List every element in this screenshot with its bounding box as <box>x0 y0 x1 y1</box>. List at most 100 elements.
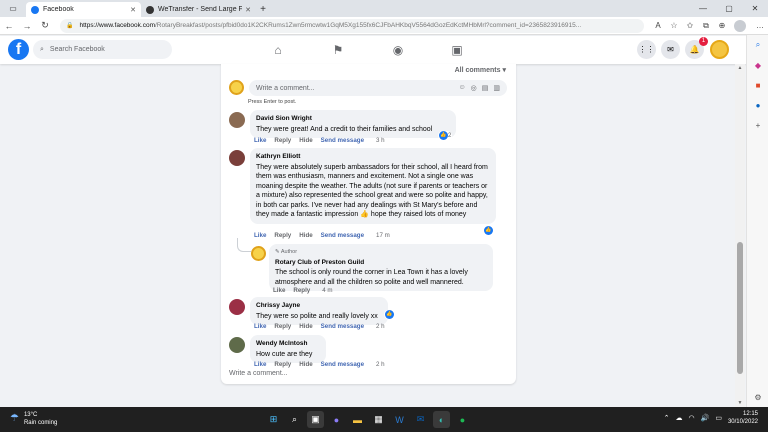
favorites-icon[interactable]: ✩ <box>682 21 698 30</box>
shopping-icon[interactable]: ◆ <box>747 55 768 75</box>
extensions-icon[interactable]: ⊕ <box>714 21 730 30</box>
like-button[interactable]: Like <box>254 323 266 330</box>
commenter-avatar[interactable] <box>229 337 245 353</box>
notifications-icon[interactable]: 🔔 1 <box>685 37 708 59</box>
taskbar-search-icon[interactable]: ⌕ <box>286 411 303 428</box>
back-icon[interactable]: ← <box>0 21 18 31</box>
groups-icon[interactable]: ◉ <box>378 36 418 64</box>
task-view-icon[interactable]: ▣ <box>307 411 324 428</box>
reply-button[interactable]: Reply <box>274 137 291 144</box>
commenter-avatar[interactable] <box>229 299 245 315</box>
gaming-icon[interactable]: ▣ <box>437 36 477 64</box>
tray-chevron-icon[interactable]: ⌃ <box>664 414 670 422</box>
search-sidebar-icon[interactable]: ⌕ <box>747 35 768 55</box>
refresh-icon[interactable]: ↻ <box>36 20 54 31</box>
hide-button[interactable]: Hide <box>299 361 312 368</box>
comment-time[interactable]: 17 m <box>376 232 390 239</box>
reply-button[interactable]: Reply <box>274 323 291 330</box>
sticker-icon[interactable]: ▥ <box>493 84 500 92</box>
start-windows-icon[interactable]: ⊞ <box>265 411 282 428</box>
menu-grid-icon[interactable]: ⋮⋮ <box>637 40 656 59</box>
reaction-indicator[interactable]: 👍 <box>384 310 395 319</box>
search-input[interactable]: ⌕ Search Facebook <box>33 40 172 59</box>
clock[interactable]: 12:15 30/10/2022 <box>728 410 758 426</box>
comment-author[interactable]: Wendy McIntosh <box>256 339 320 349</box>
spotify-icon[interactable]: ● <box>454 411 471 428</box>
reply-button[interactable]: Reply <box>274 361 291 368</box>
all-comments-dropdown[interactable]: All comments ▾ <box>455 66 506 74</box>
comment-input[interactable]: Write a comment... ☺ ◎ ▤ ▥ <box>249 80 507 96</box>
tab-wetransfer[interactable]: WeTransfer - Send Large Files & ✕ <box>141 2 256 17</box>
account-avatar[interactable] <box>710 40 729 59</box>
reaction-indicator[interactable]: 👍 <box>483 226 494 235</box>
add-icon[interactable]: + <box>747 115 768 135</box>
comment-time[interactable]: 3 h <box>376 137 385 144</box>
comment-author[interactable]: David Sion Wright <box>256 114 450 124</box>
maximize-icon[interactable]: ▢ <box>716 0 742 17</box>
reply-button[interactable]: Reply <box>274 232 291 239</box>
commenter-avatar[interactable] <box>229 112 245 128</box>
like-button[interactable]: Like <box>273 287 285 294</box>
send-message-button[interactable]: Send message <box>321 232 364 239</box>
forward-icon[interactable]: → <box>18 21 36 31</box>
edge-browser-icon[interactable]: ◐ <box>433 411 450 428</box>
collections-icon[interactable]: ⧉ <box>698 21 714 31</box>
reaction-count[interactable]: 👍 2 <box>438 131 453 140</box>
home-icon[interactable]: ⌂ <box>258 36 298 64</box>
write-comment-link[interactable]: Write a comment... <box>229 370 288 377</box>
minimize-icon[interactable]: — <box>690 0 716 17</box>
cloud-icon[interactable]: ☁ <box>676 414 683 422</box>
hide-button[interactable]: Hide <box>299 137 312 144</box>
tab-actions-icon[interactable]: ▭ <box>0 0 26 17</box>
send-message-button[interactable]: Send message <box>321 361 364 368</box>
scroll-up-icon[interactable]: ▲ <box>735 65 745 71</box>
new-tab-button[interactable]: + <box>256 2 270 17</box>
settings-gear-icon[interactable]: ⚙ <box>747 387 768 407</box>
like-button[interactable]: Like <box>254 361 266 368</box>
volume-icon[interactable]: 🔊 <box>701 414 710 422</box>
camera-icon[interactable]: ◎ <box>471 84 477 92</box>
rotary-avatar[interactable] <box>251 246 266 261</box>
comment-time[interactable]: 2 h <box>376 361 385 368</box>
comment-author[interactable]: Kathryn Elliott <box>256 152 490 162</box>
gif-icon[interactable]: ▤ <box>482 84 489 92</box>
outlook-icon[interactable]: ● <box>747 95 768 115</box>
hide-button[interactable]: Hide <box>299 232 312 239</box>
reply-button[interactable]: Reply <box>293 287 310 294</box>
comment-author[interactable]: Rotary Club of Preston Guild <box>275 258 487 268</box>
facebook-logo[interactable]: f <box>8 39 29 60</box>
commenter-avatar[interactable] <box>229 150 245 166</box>
url-field[interactable]: 🔒 https://www.facebook.com /RotaryBreakf… <box>60 18 644 33</box>
close-tab-icon[interactable]: ✕ <box>130 6 136 14</box>
send-message-button[interactable]: Send message <box>321 137 364 144</box>
close-window-icon[interactable]: ✕ <box>742 0 768 17</box>
teams-chat-icon[interactable]: ● <box>328 411 345 428</box>
comment-time[interactable]: 4 m <box>322 287 332 294</box>
weather-widget[interactable]: ☂ 13°C Rain coming <box>10 411 57 427</box>
profile-avatar[interactable] <box>734 19 746 32</box>
close-tab-icon[interactable]: ✕ <box>245 6 251 14</box>
like-button[interactable]: Like <box>254 232 266 239</box>
more-icon[interactable]: … <box>752 21 768 30</box>
office-icon[interactable]: ■ <box>747 75 768 95</box>
outlook-app-icon[interactable]: ✉ <box>412 411 429 428</box>
wifi-icon[interactable]: ◠ <box>689 414 695 422</box>
messenger-icon[interactable]: ✉ <box>661 40 680 59</box>
comment-time[interactable]: 2 h <box>376 323 385 330</box>
scrollbar-thumb[interactable] <box>737 242 743 374</box>
read-aloud-icon[interactable]: A <box>650 21 666 30</box>
scroll-down-icon[interactable]: ▼ <box>735 400 745 406</box>
tab-facebook[interactable]: Facebook ✕ <box>26 2 141 17</box>
comment-author[interactable]: Chrissy Jayne <box>256 301 382 311</box>
send-message-button[interactable]: Send message <box>321 323 364 330</box>
store-icon[interactable]: ▦ <box>370 411 387 428</box>
emoji-icon[interactable]: ☺ <box>458 84 465 92</box>
hide-button[interactable]: Hide <box>299 323 312 330</box>
battery-icon[interactable]: ▭ <box>715 414 722 422</box>
like-button[interactable]: Like <box>254 137 266 144</box>
page-scrollbar[interactable]: ▲ ▼ <box>735 64 745 407</box>
pages-flag-icon[interactable]: ⚑ <box>318 36 358 64</box>
word-icon[interactable]: W <box>391 411 408 428</box>
favorite-star-icon[interactable]: ☆ <box>666 21 682 30</box>
file-explorer-icon[interactable]: ▬ <box>349 411 366 428</box>
